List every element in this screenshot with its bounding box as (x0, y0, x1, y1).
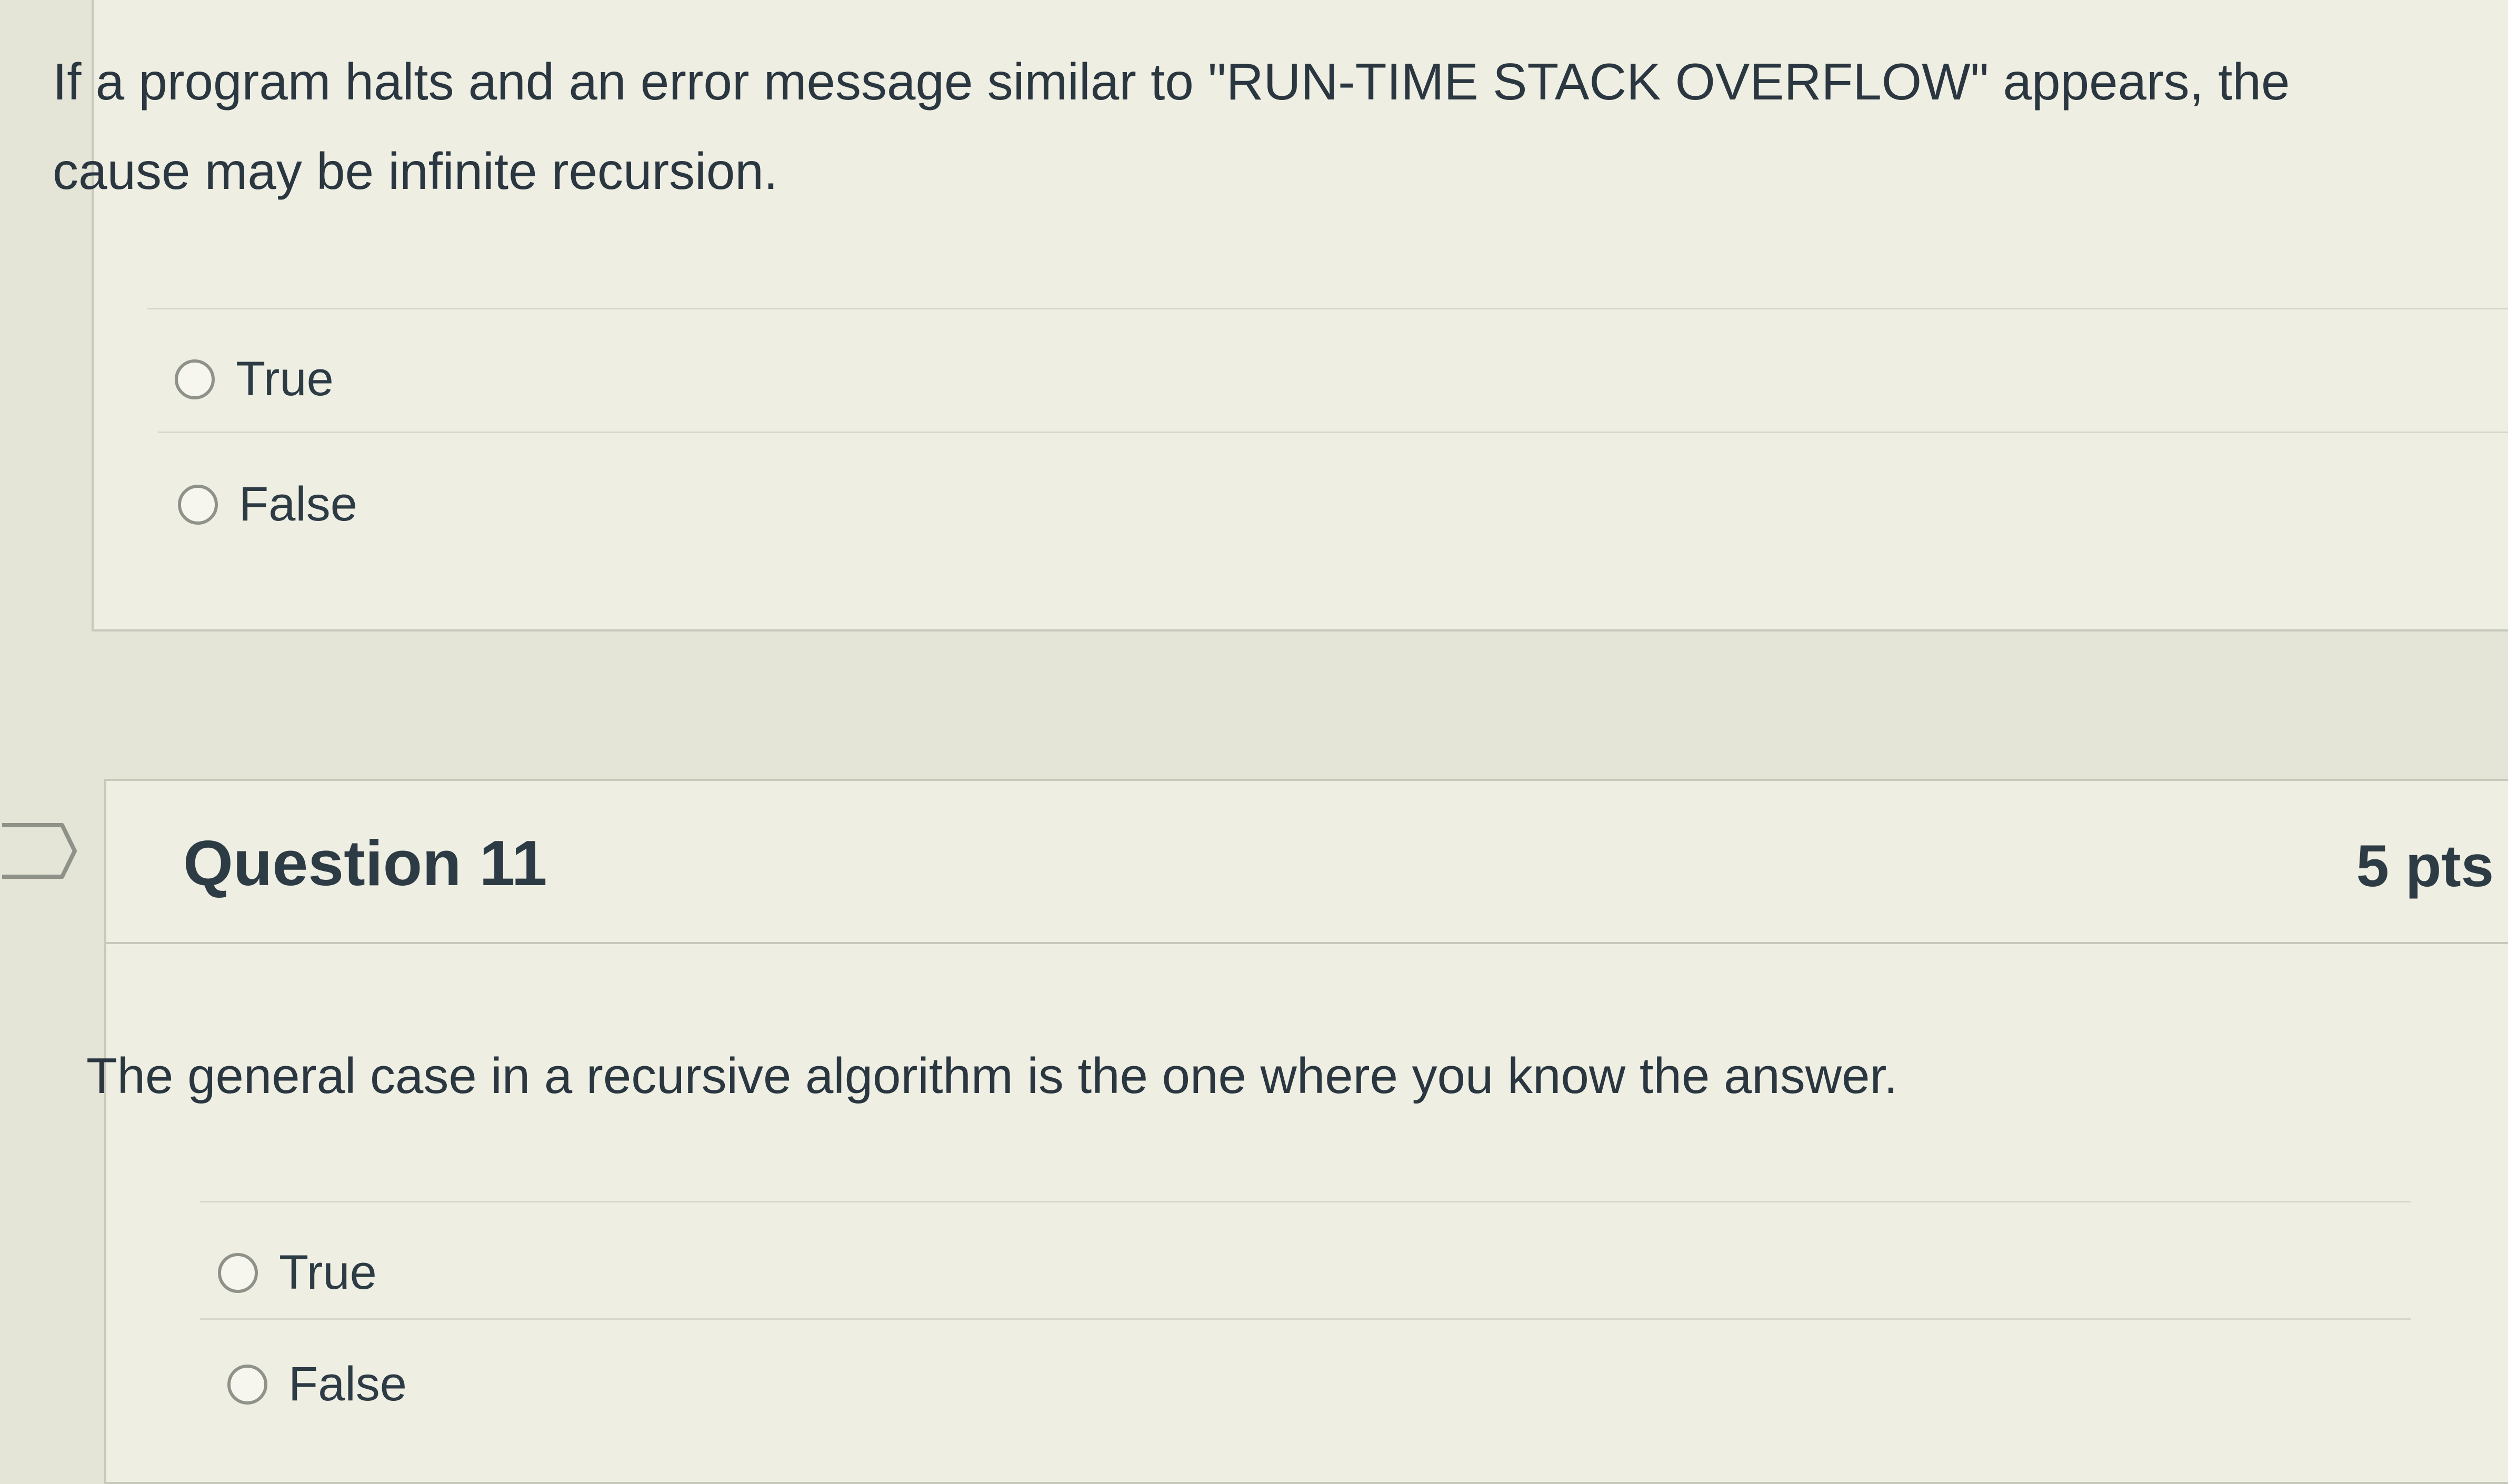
flag-question-icon[interactable] (0, 822, 79, 880)
q10-answer-true[interactable]: True (175, 352, 334, 407)
radio-button[interactable] (227, 1364, 267, 1405)
answer-divider (158, 432, 2508, 433)
question-11-text: The general case in a recursive algorith… (86, 1048, 1898, 1104)
q11-answer-true[interactable]: True (218, 1245, 377, 1300)
q10-answer-false[interactable]: False (178, 477, 357, 532)
radio-button[interactable] (175, 359, 215, 399)
answer-label: True (279, 1246, 377, 1299)
radio-button[interactable] (218, 1252, 258, 1293)
answer-divider (200, 1201, 2411, 1202)
answer-divider (147, 308, 2508, 309)
answer-label: False (288, 1357, 407, 1411)
radio-button[interactable] (178, 484, 218, 525)
question-10-text: If a program halts and an error message … (53, 53, 2290, 200)
question-points: 5 pts (2356, 833, 2494, 899)
q11-answer-false[interactable]: False (227, 1357, 407, 1412)
answer-label: False (239, 477, 357, 531)
answer-label: True (236, 352, 334, 406)
question-title: Question 11 (183, 827, 547, 899)
question-11-header: Question 11 5 pts (104, 779, 2508, 944)
answer-divider (200, 1318, 2411, 1320)
